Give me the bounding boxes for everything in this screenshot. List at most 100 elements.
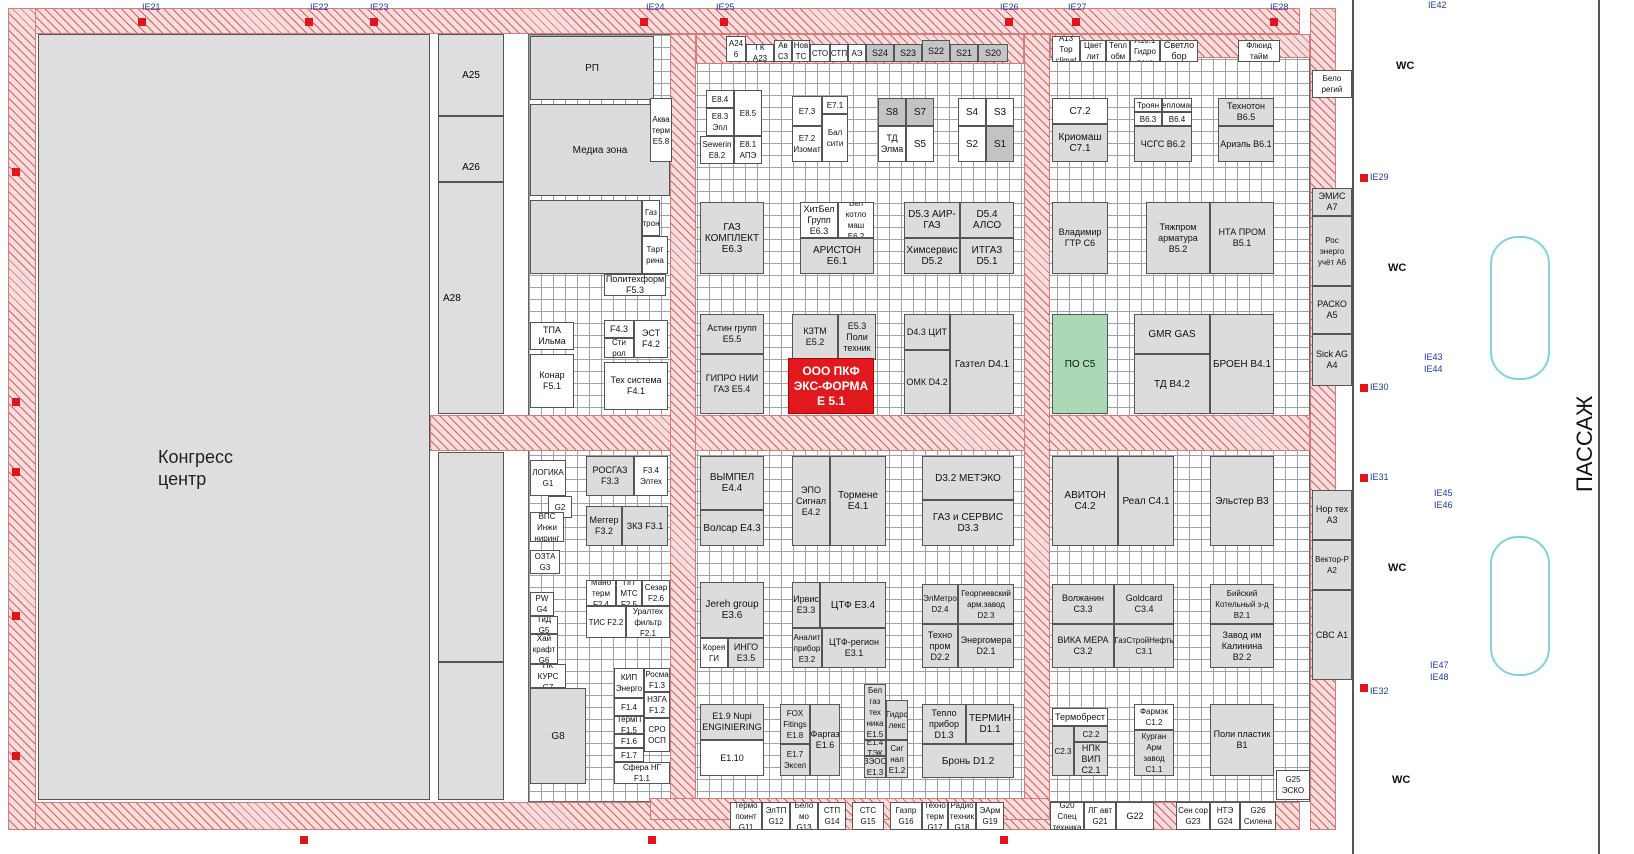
booth[interactable]: Химсервис D5.2 <box>904 238 960 274</box>
booth[interactable]: Газ трон <box>642 200 660 236</box>
booth[interactable]: РОСГАЗ F3.3 <box>586 456 634 496</box>
booth[interactable]: АРИСТОН Е6.1 <box>800 238 874 274</box>
booth[interactable]: БРОЕН В4.1 <box>1210 314 1274 414</box>
booth[interactable]: Фаргаз Е1.6 <box>810 704 840 776</box>
booth[interactable]: ЭАрм G19 <box>976 802 1004 830</box>
booth[interactable]: ТИС F2.2 <box>586 606 626 638</box>
booth[interactable]: Аква терм Е5.8 <box>650 98 672 162</box>
booth[interactable]: Волжанин С3.3 <box>1052 584 1114 624</box>
booth[interactable]: Энергомера D2.1 <box>958 624 1014 668</box>
booth[interactable]: Тепл обм <box>1106 40 1130 62</box>
booth[interactable]: АЭ <box>848 44 866 62</box>
highlighted-exhibitor-booth[interactable]: ООО ПКФ ЭКС-ФОРМА Е 5.1 <box>788 358 874 414</box>
booth[interactable]: Газпр G16 <box>890 802 922 830</box>
booth[interactable]: Jereh group Е3.6 <box>700 582 764 638</box>
booth[interactable]: FOX Fitings Е1.8 <box>780 704 810 744</box>
booth[interactable]: Е7.2 Изомат <box>792 126 822 162</box>
booth[interactable]: G22 <box>1116 802 1154 830</box>
booth[interactable]: G20 Спец техника <box>1050 802 1084 830</box>
booth[interactable]: Корея ГИ <box>700 638 728 668</box>
booth[interactable]: S2 <box>958 126 986 162</box>
booth[interactable]: S22 <box>922 40 950 62</box>
booth[interactable]: Техно терм G17 <box>922 802 948 830</box>
booth[interactable]: Е7.1 <box>822 96 848 114</box>
booth[interactable]: Е1.10 <box>700 740 764 776</box>
booth[interactable]: Курган Арм завод С1.1 <box>1134 730 1174 776</box>
booth[interactable]: ТиД G5 <box>530 616 558 634</box>
booth[interactable]: Технотон В6.5 <box>1218 98 1274 126</box>
booth[interactable]: Нор тех А3 <box>1312 490 1352 540</box>
booth[interactable]: Аналит прибор Е3.2 <box>792 628 822 668</box>
booth[interactable]: Нов ТС <box>792 40 810 62</box>
booth[interactable]: Тепло прибор D1.3 <box>922 704 966 744</box>
booth[interactable]: Тепломаш <box>1162 98 1192 112</box>
booth[interactable]: Гидро лекс <box>886 700 908 740</box>
booth[interactable]: С2.3 <box>1052 726 1074 776</box>
hall-a26[interactable]: А26 <box>438 116 504 182</box>
booth[interactable]: Астин групп Е5.5 <box>700 314 764 354</box>
booth[interactable]: Росма F1.3 <box>644 668 670 692</box>
booth[interactable]: GMR GAS <box>1134 314 1210 354</box>
booth[interactable]: ТПА Ильма <box>530 322 574 350</box>
booth[interactable]: Владимир ГТР С6 <box>1052 202 1108 274</box>
booth[interactable]: ВИКА МЕРА С3.2 <box>1052 624 1114 668</box>
booth[interactable]: Бронь D1.2 <box>922 744 1014 778</box>
booth[interactable]: Е7.3 <box>792 96 822 126</box>
booth[interactable]: F3.4 Элтех <box>634 456 668 496</box>
booth[interactable]: ВЫМПЕЛ Е4.4 <box>700 456 764 510</box>
booth[interactable]: В6.4 <box>1162 112 1192 126</box>
booth[interactable]: ЦТФ-регион Е3.1 <box>822 628 886 668</box>
booth[interactable]: Е8.5 <box>734 90 762 136</box>
booth[interactable]: G26 Силена <box>1240 802 1276 830</box>
booth[interactable]: С7.2 <box>1052 98 1108 124</box>
booth[interactable]: СТО <box>810 44 830 62</box>
booth[interactable]: ЭСТ F4.2 <box>634 320 668 358</box>
booth[interactable]: ТД В4.2 <box>1134 354 1210 414</box>
booth[interactable]: Хай крафт G6 <box>530 634 558 664</box>
booth[interactable]: Бело регий <box>1312 70 1352 98</box>
booth[interactable]: Термобрест <box>1052 708 1108 726</box>
booth[interactable]: Сезар F2.6 <box>642 580 670 606</box>
booth[interactable]: Е5.3 Поли техник <box>838 314 876 360</box>
booth[interactable]: Политехформ F5.3 <box>604 274 666 296</box>
booth[interactable]: Е1.9 Nupi ENGINIERING <box>700 704 764 740</box>
booth[interactable]: Сиг нал Е1.2 <box>886 740 908 778</box>
booth[interactable]: Sick AG А4 <box>1312 334 1352 386</box>
booth[interactable]: ПО С5 <box>1052 314 1108 414</box>
booth[interactable]: D3.2 МЕТЭКО <box>922 456 1014 500</box>
booth[interactable]: Криомаш С7.1 <box>1052 124 1108 162</box>
booth[interactable]: С2.2 <box>1074 726 1108 742</box>
booth[interactable]: ТД Элма <box>878 126 906 162</box>
booth[interactable]: Е8.3 Эпл <box>706 108 734 136</box>
booth[interactable]: Ав С3 <box>774 40 792 62</box>
booth[interactable]: Сфера НГ F1.1 <box>614 762 670 784</box>
booth[interactable]: Бал сити <box>822 114 848 162</box>
booth[interactable]: ИТГАЗ D5.1 <box>960 238 1014 274</box>
booth[interactable]: ГК А23 <box>746 44 774 62</box>
booth[interactable]: G8 <box>530 688 586 784</box>
booth[interactable]: ЭлТП G12 <box>762 802 790 830</box>
booth[interactable]: Бел газ тех ника Е1.5 <box>864 684 886 740</box>
booth[interactable]: ЛОГИКА G1 <box>530 460 566 496</box>
booth[interactable]: ГИПРО НИИ ГАЗ Е5.4 <box>700 354 764 414</box>
booth[interactable]: Тех система F4.1 <box>604 362 668 410</box>
booth[interactable]: СРО ОСП <box>644 718 670 752</box>
booth[interactable]: Эльстер В3 <box>1210 456 1274 546</box>
booth[interactable]: Тормене Е4.1 <box>830 456 886 546</box>
booth[interactable]: Мано терм F2.4 <box>586 580 616 606</box>
booth[interactable]: АВИТОН С4.2 <box>1052 456 1118 546</box>
booth[interactable]: Е1.7 Эксел <box>780 744 810 776</box>
booth[interactable]: ОЗТА G3 <box>530 550 560 574</box>
booth[interactable]: Ирвис Е3.3 <box>792 582 820 628</box>
booth[interactable]: S3 <box>986 98 1014 126</box>
booth[interactable]: Сти рол <box>604 338 634 358</box>
booth[interactable]: ГАЗ КОМПЛЕКТ Е6.3 <box>700 202 764 274</box>
booth[interactable]: ЭПО Сигнал Е4.2 <box>792 456 830 546</box>
hall-a28[interactable]: А28 <box>438 182 504 414</box>
booth[interactable]: НПК ВИП С2.1 <box>1074 742 1108 776</box>
booth[interactable]: ЦТФ Е3.4 <box>820 582 886 628</box>
booth[interactable]: А24 6 <box>726 36 746 62</box>
booth[interactable]: Газтел D4.1 <box>950 314 1014 414</box>
booth[interactable]: Медиа зона <box>530 104 670 196</box>
booth[interactable]: S4 <box>958 98 986 126</box>
